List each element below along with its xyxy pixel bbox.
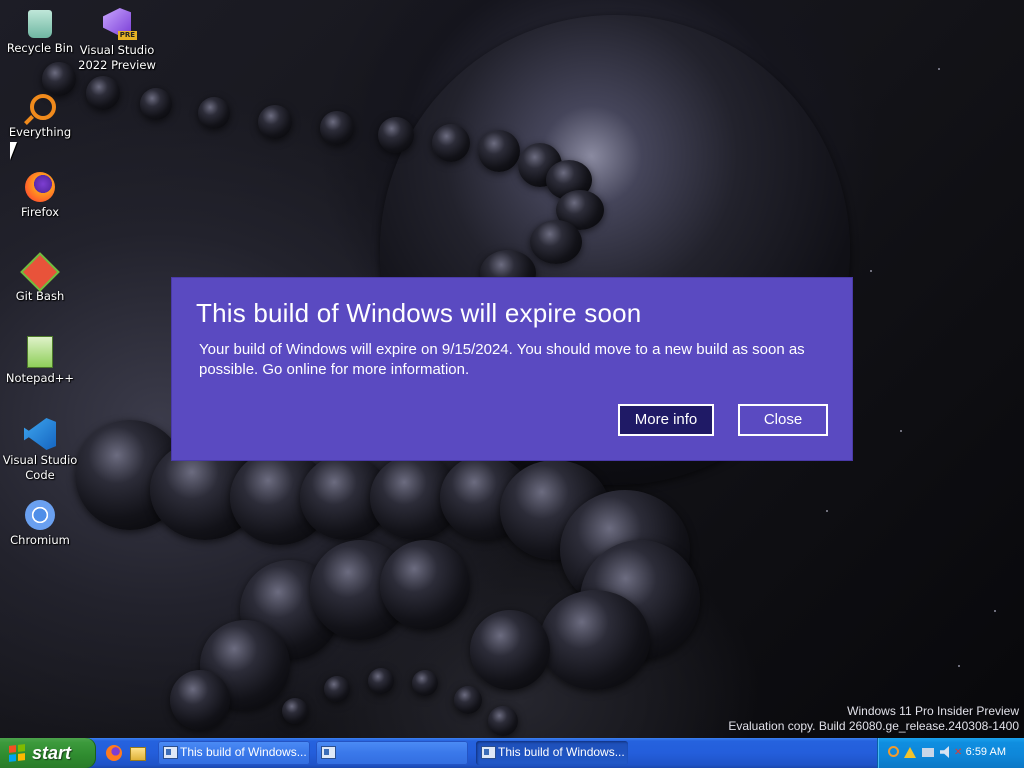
- wallpaper-orb: [530, 220, 582, 264]
- wallpaper-orb: [412, 670, 438, 696]
- wallpaper-orb: [368, 668, 394, 694]
- taskbar: start This build of Windows... This buil…: [0, 738, 1024, 768]
- mouse-pointer-icon: [10, 142, 17, 160]
- desktop-icon-everything[interactable]: Everything: [0, 90, 80, 140]
- desktop-icon-git-bash[interactable]: Git Bash: [0, 252, 80, 304]
- desktop-icon-label: Visual Studio Code: [2, 453, 78, 482]
- wallpaper-orb: [86, 76, 120, 110]
- recycle-bin-icon: [28, 10, 52, 38]
- window-icon: [321, 746, 336, 759]
- wallpaper-orb: [540, 590, 650, 690]
- wallpaper-star: [870, 270, 872, 272]
- firefox-icon[interactable]: [106, 745, 122, 761]
- wallpaper-orb: [432, 124, 470, 162]
- warning-icon[interactable]: [904, 747, 916, 758]
- start-button[interactable]: start: [0, 738, 96, 768]
- wallpaper-star: [938, 68, 940, 70]
- desktop-icon-visual-studio-preview[interactable]: PRE Visual Studio 2022 Preview: [77, 8, 157, 73]
- volume-muted-icon: ✕: [954, 747, 963, 758]
- desktop-icon-firefox[interactable]: Firefox: [0, 172, 80, 220]
- firefox-icon: [25, 172, 55, 202]
- dialog-title: This build of Windows will expire soon: [196, 298, 642, 328]
- wallpaper-orb: [170, 670, 230, 730]
- wallpaper-orb: [470, 610, 550, 690]
- wallpaper-orb: [282, 698, 308, 724]
- dialog-message: Your build of Windows will expire on 9/1…: [199, 341, 805, 378]
- wallpaper-orb: [488, 706, 518, 736]
- everything-search-icon: [24, 90, 56, 122]
- wallpaper-star: [826, 510, 828, 512]
- desktop-icon-label: Recycle Bin: [6, 41, 74, 55]
- notepad-plus-plus-icon: [27, 336, 53, 368]
- wallpaper-star: [958, 665, 960, 667]
- window-icon: [163, 746, 178, 759]
- desktop-icon-label: Notepad++: [5, 371, 75, 385]
- chromium-icon: [25, 500, 55, 530]
- desktop-icon-vscode[interactable]: Visual Studio Code: [0, 418, 80, 483]
- wallpaper-orb: [380, 540, 470, 630]
- wallpaper-star: [900, 430, 902, 432]
- taskbar-button-label: This build of Windows...: [498, 745, 625, 759]
- network-icon[interactable]: [922, 748, 934, 757]
- windows-logo-icon: [9, 744, 25, 762]
- window-icon: [481, 746, 496, 759]
- build-expiration-dialog: This build of Windows will expire soon Y…: [172, 278, 852, 460]
- git-bash-icon: [20, 252, 60, 292]
- desktop-icon-chromium[interactable]: Chromium: [0, 500, 80, 548]
- file-explorer-icon[interactable]: [130, 747, 146, 761]
- wallpaper-orb: [454, 686, 482, 714]
- vscode-icon: [24, 418, 56, 450]
- desktop-icon-label: Visual Studio 2022 Preview: [78, 43, 156, 72]
- wallpaper-orb: [320, 111, 354, 145]
- more-info-button[interactable]: More info: [618, 404, 714, 436]
- desktop-icon-label: Firefox: [20, 205, 60, 219]
- wallpaper-orb: [324, 676, 350, 702]
- desktop-icon-recycle-bin[interactable]: Recycle Bin: [0, 8, 80, 56]
- taskbar-button-active[interactable]: This build of Windows...: [476, 741, 628, 765]
- taskbar-button[interactable]: This build of Windows...: [158, 741, 310, 765]
- wallpaper-orb: [258, 105, 292, 139]
- wallpaper-orb: [140, 88, 172, 120]
- desktop-icon-label: Everything: [8, 125, 72, 139]
- wallpaper-orb: [378, 117, 414, 153]
- visual-studio-preview-icon: PRE: [101, 8, 137, 40]
- search-icon[interactable]: [888, 746, 899, 757]
- wallpaper-star: [994, 610, 996, 612]
- volume-icon[interactable]: [940, 746, 949, 758]
- clock[interactable]: 6:59 AM: [966, 746, 1006, 758]
- start-label: start: [32, 743, 72, 763]
- wallpaper-orb: [198, 97, 230, 129]
- preview-badge: PRE: [117, 31, 137, 40]
- system-tray: ✕ 6:59 AM: [877, 738, 1024, 768]
- watermark-edition: Windows 11 Pro Insider Preview: [847, 704, 1019, 718]
- taskbar-button[interactable]: [316, 741, 468, 765]
- desktop-icon-notepad-plus-plus[interactable]: Notepad++: [0, 336, 80, 386]
- watermark-build: Evaluation copy. Build 26080.ge_release.…: [728, 719, 1019, 733]
- taskbar-button-label: This build of Windows...: [180, 745, 307, 759]
- close-button[interactable]: Close: [738, 404, 828, 436]
- evaluation-watermark: Windows 11 Pro Insider Preview Evaluatio…: [728, 704, 1019, 734]
- wallpaper-orb: [478, 130, 520, 172]
- desktop-icon-label: Chromium: [10, 533, 70, 547]
